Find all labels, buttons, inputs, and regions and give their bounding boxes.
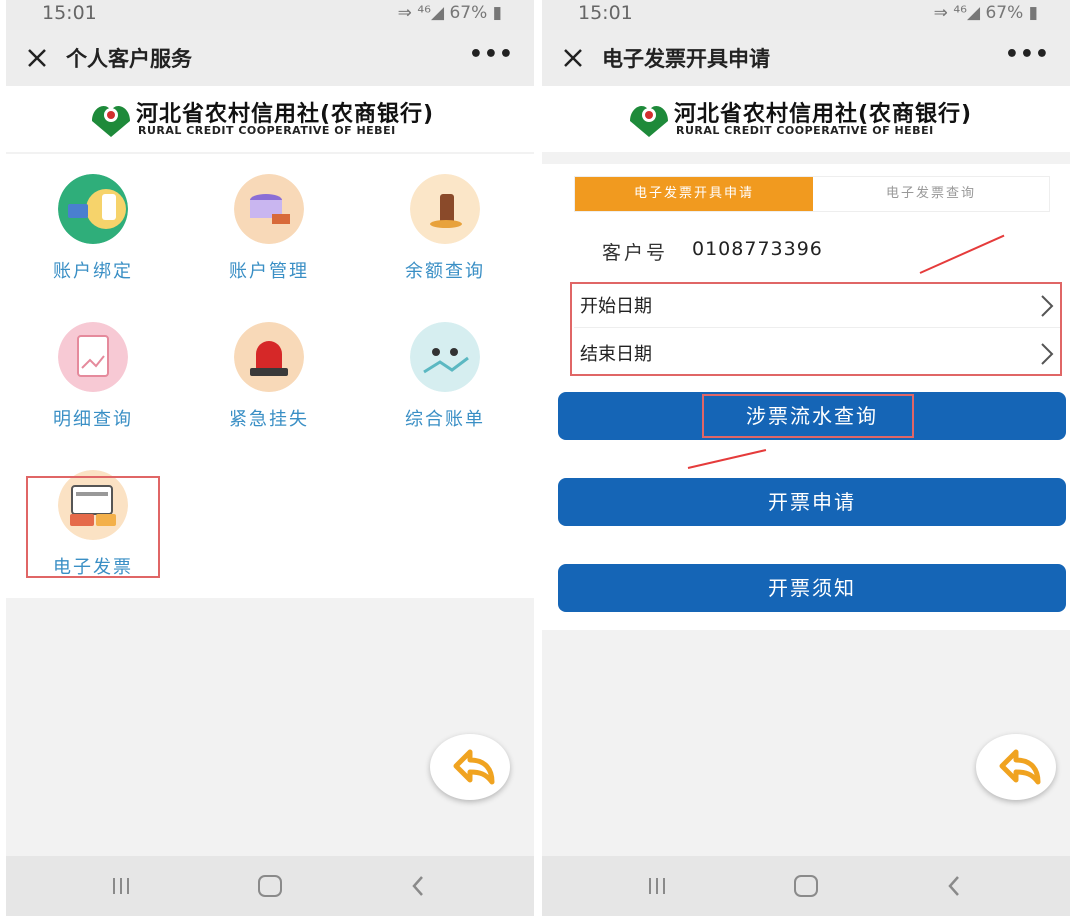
tile-account-manage[interactable]: 账户管理 bbox=[194, 154, 344, 282]
highlight-annotation bbox=[570, 282, 1062, 376]
statement-icon bbox=[410, 322, 480, 392]
status-bar: 15:01 ⇒ ⁴⁶◢ 67% ▮ bbox=[542, 0, 1070, 30]
tile-label: 账户管理 bbox=[229, 261, 309, 282]
brand-name-en: RURAL CREDIT COOPERATIVE OF HEBEI bbox=[138, 124, 396, 137]
home-icon[interactable] bbox=[258, 875, 282, 897]
tile-statement[interactable]: 综合账单 bbox=[370, 302, 520, 430]
annotation-arrow bbox=[919, 234, 1005, 274]
customer-number-value: 0108773396 bbox=[692, 238, 823, 260]
back-icon[interactable] bbox=[410, 874, 426, 898]
invoice-apply-button[interactable]: 开票申请 bbox=[558, 478, 1066, 526]
status-indicators: ⇒ ⁴⁶◢ 67% ▮ bbox=[398, 3, 502, 23]
battery-icon: ▮ bbox=[1023, 3, 1038, 23]
system-nav-bar bbox=[542, 856, 1070, 916]
battery-level: 67% bbox=[449, 3, 488, 23]
tile-account-bind[interactable]: 账户绑定 bbox=[18, 154, 168, 282]
system-nav-bar bbox=[6, 856, 534, 916]
tab-invoice-apply[interactable]: 电子发票开具申请 bbox=[575, 177, 813, 211]
status-indicators: ⇒ ⁴⁶◢ 67% ▮ bbox=[934, 3, 1038, 23]
bank-brand-header: 河北省农村信用社(农商银行) RURAL CREDIT COOPERATIVE … bbox=[542, 86, 1070, 152]
account-bind-icon bbox=[58, 174, 128, 244]
battery-level: 67% bbox=[985, 3, 1024, 23]
tile-balance-query[interactable]: 余额查询 bbox=[370, 154, 520, 282]
status-time: 15:01 bbox=[42, 2, 97, 24]
tile-emergency-loss[interactable]: 紧急挂失 bbox=[194, 302, 344, 430]
tile-label: 综合账单 bbox=[405, 409, 485, 430]
tile-detail-query[interactable]: 明细查询 bbox=[18, 302, 168, 430]
recent-apps-icon[interactable] bbox=[110, 876, 132, 896]
balance-query-icon bbox=[410, 174, 480, 244]
tile-label: 紧急挂失 bbox=[229, 409, 309, 430]
title-bar: 个人客户服务 ••• bbox=[6, 30, 534, 86]
account-manage-icon bbox=[234, 174, 304, 244]
phone-screen-customer-service: 15:01 ⇒ ⁴⁶◢ 67% ▮ 个人客户服务 ••• 河北省农村信用社(农商… bbox=[6, 0, 534, 916]
detail-query-icon bbox=[58, 322, 128, 392]
recent-apps-icon[interactable] bbox=[646, 876, 668, 896]
back-icon[interactable] bbox=[946, 874, 962, 898]
highlight-annotation bbox=[26, 476, 160, 578]
invoice-form: 电子发票开具申请 电子发票查询 客户号 0108773396 开始日期 结束日期… bbox=[542, 164, 1070, 630]
return-button[interactable] bbox=[976, 734, 1056, 800]
tile-label: 账户绑定 bbox=[53, 261, 133, 282]
status-bar: 15:01 ⇒ ⁴⁶◢ 67% ▮ bbox=[6, 0, 534, 30]
highlight-annotation bbox=[702, 394, 914, 438]
signal-icon: ⇒ ⁴⁶◢ bbox=[397, 3, 450, 23]
home-icon[interactable] bbox=[794, 875, 818, 897]
signal-icon: ⇒ ⁴⁶◢ bbox=[933, 3, 986, 23]
annotation-arrow bbox=[687, 449, 767, 469]
bank-logo-icon bbox=[92, 106, 130, 137]
tab-bar: 电子发票开具申请 电子发票查询 bbox=[574, 176, 1050, 212]
emergency-loss-icon bbox=[234, 322, 304, 392]
more-options-icon[interactable]: ••• bbox=[469, 42, 514, 67]
battery-icon: ▮ bbox=[487, 3, 502, 23]
tab-invoice-query[interactable]: 电子发票查询 bbox=[813, 177, 1049, 211]
tile-label: 明细查询 bbox=[53, 409, 133, 430]
service-grid: 账户绑定 账户管理 余额查询 明细查询 紧急挂失 综合账单 电子发票 bbox=[6, 154, 534, 598]
close-icon[interactable] bbox=[22, 43, 52, 73]
brand-name-en: RURAL CREDIT COOPERATIVE OF HEBEI bbox=[676, 124, 934, 137]
phone-screen-e-invoice: 15:01 ⇒ ⁴⁶◢ 67% ▮ 电子发票开具申请 ••• 河北省农村信用社(… bbox=[542, 0, 1070, 916]
return-button[interactable] bbox=[430, 734, 510, 800]
page-title: 个人客户服务 bbox=[66, 47, 192, 71]
customer-number-label: 客户号 bbox=[602, 242, 669, 264]
more-options-icon[interactable]: ••• bbox=[1005, 42, 1050, 67]
status-time: 15:01 bbox=[578, 2, 633, 24]
page-title: 电子发票开具申请 bbox=[602, 47, 770, 71]
title-bar: 电子发票开具申请 ••• bbox=[542, 30, 1070, 86]
close-icon[interactable] bbox=[558, 43, 588, 73]
bank-logo-icon bbox=[630, 106, 668, 137]
bank-brand-header: 河北省农村信用社(农商银行) RURAL CREDIT COOPERATIVE … bbox=[6, 86, 534, 152]
invoice-notice-button[interactable]: 开票须知 bbox=[558, 564, 1066, 612]
tile-label: 余额查询 bbox=[405, 261, 485, 282]
